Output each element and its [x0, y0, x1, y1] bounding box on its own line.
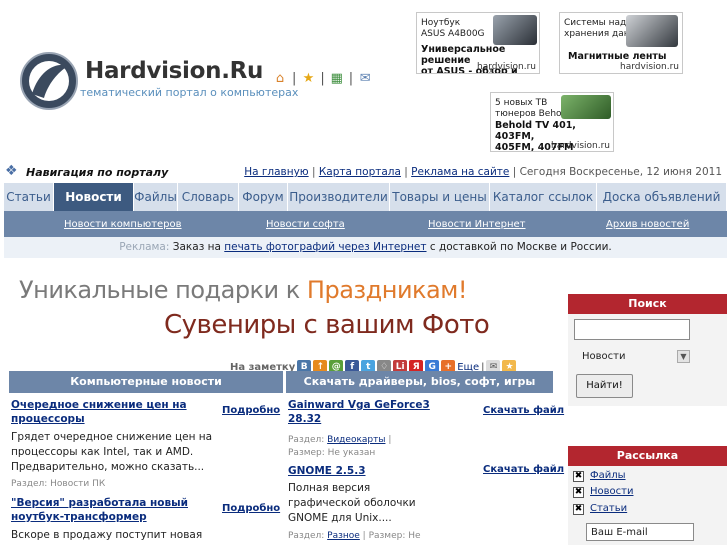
- news-more-link[interactable]: Подробно: [222, 405, 280, 416]
- download-item-link[interactable]: Gainward Vga GeForce3 28.32: [288, 399, 430, 425]
- divider: |: [320, 70, 325, 86]
- news-item-link[interactable]: Очередное снижение цен на процессоры: [11, 399, 187, 425]
- sub-nav: Новости компьютеров Новости софта Новост…: [4, 211, 727, 237]
- brand-name[interactable]: Hardvision.Ru: [85, 58, 263, 84]
- nav-title: Навигация по порталу: [26, 166, 169, 179]
- download-section-link[interactable]: Видеокарты: [327, 435, 385, 445]
- news-item-link[interactable]: "Версия" разработала новый ноутбук-трансф…: [11, 497, 188, 523]
- star-icon[interactable]: ★: [300, 70, 316, 86]
- promo-label: Реклама:: [119, 241, 170, 253]
- divider: |: [348, 70, 354, 86]
- ad-tape-storage[interactable]: Системы надежного хранения данных Магнитн…: [559, 12, 683, 74]
- home-icon[interactable]: ⌂: [272, 70, 288, 86]
- link-advertising[interactable]: Реклама на сайте: [411, 166, 509, 178]
- download-item-title: Gainward Vga GeForce3 28.32: [288, 398, 430, 426]
- mailing-files-checkbox[interactable]: ✖: [573, 471, 584, 482]
- download-item-link[interactable]: GNOME 2.5.3: [288, 465, 366, 477]
- ad-tv-tuners[interactable]: 5 новых ТВ тюнеров Beholder Behold TV 401…: [490, 92, 614, 152]
- ad-source: hardvision.ru: [477, 62, 536, 72]
- mailing-heading: Рассылка: [568, 446, 727, 466]
- news-item-desc: Грядет очередное снижение цен на процессо…: [11, 431, 213, 473]
- tape-image: [626, 15, 678, 47]
- tab-manufacturers[interactable]: Производители: [288, 183, 390, 211]
- promo-link[interactable]: печать фотографий через Интернет: [224, 241, 426, 253]
- tab-products-prices[interactable]: Товары и цены: [390, 183, 490, 211]
- tab-dictionary[interactable]: Словарь: [178, 183, 239, 211]
- download-section-link[interactable]: Разное: [327, 531, 360, 541]
- tab-news[interactable]: Новости: [54, 183, 134, 211]
- site-logo[interactable]: [18, 50, 80, 112]
- email-field[interactable]: Ваш E-mail: [586, 523, 694, 541]
- tab-articles[interactable]: Статьи: [4, 183, 54, 211]
- download-item-desc: Полная версия графической оболочки GNOME д…: [288, 482, 416, 524]
- download-file-link[interactable]: Скачать файл: [483, 405, 564, 416]
- banner-line-2: Сувениры с вашим Фото: [164, 310, 490, 340]
- compass-icon: ❖: [5, 163, 18, 179]
- subnav-computer-news[interactable]: Новости компьютеров: [64, 219, 182, 230]
- news-item-desc: Вскоре в продажу поступит новая: [11, 529, 203, 541]
- downloads-heading: Скачать драйверы, bios, софт, игры: [286, 371, 553, 393]
- subnav-internet-news[interactable]: Новости Интернет: [428, 219, 526, 230]
- tagline: тематический портал о компьютерах: [80, 86, 299, 99]
- tab-link-catalog[interactable]: Каталог ссылок: [490, 183, 597, 211]
- ad-headline: Магнитные ленты: [568, 51, 667, 62]
- ad-text: Ноутбук ASUS A4B00G: [421, 18, 485, 39]
- ad-source: hardvision.ru: [551, 141, 610, 151]
- promo-pre: Заказ на: [172, 241, 221, 253]
- divider: |: [292, 70, 297, 86]
- subnav-news-archive[interactable]: Архив новостей: [606, 219, 689, 230]
- news-item-title: "Версия" разработала новый ноутбук-трансф…: [11, 496, 188, 524]
- search-section-select[interactable]: Новости: [574, 348, 694, 367]
- current-date: Сегодня Воскресенье, 12 июня 2011: [519, 166, 722, 178]
- document-icon[interactable]: ▦: [329, 70, 345, 86]
- link-site-map[interactable]: Карта портала: [319, 166, 401, 178]
- tuner-image: [561, 95, 611, 119]
- ad-source: hardvision.ru: [620, 62, 679, 72]
- promo-post: с доставкой по Москве и России.: [429, 241, 612, 253]
- main-tabs: Статьи Новости Файлы Словарь Форум Произ…: [4, 183, 727, 211]
- mailing-files-link[interactable]: Файлы: [590, 470, 626, 481]
- notebook-image: [493, 15, 537, 45]
- subnav-software-news[interactable]: Новости софта: [266, 219, 345, 230]
- photo-souvenir-banner[interactable]: Уникальные подарки к Праздникам! Сувенир…: [9, 266, 553, 348]
- chevron-down-icon[interactable]: ▼: [677, 350, 690, 363]
- tab-forum[interactable]: Форум: [239, 183, 288, 211]
- mailing-articles-link[interactable]: Статьи: [590, 503, 627, 514]
- ad-notebook[interactable]: Ноутбук ASUS A4B00G Универсальное решение…: [416, 12, 540, 74]
- link-home[interactable]: На главную: [244, 166, 308, 178]
- select-value: Новости: [582, 351, 626, 362]
- download-item-meta: Раздел: Разное | Размер: Не: [288, 531, 421, 541]
- mailing-articles-checkbox[interactable]: ✖: [573, 504, 584, 515]
- promo-bar: Реклама: Заказ на печать фотографий чере…: [4, 237, 727, 258]
- search-heading: Поиск: [568, 294, 727, 314]
- tab-classifieds[interactable]: Доска объявлений: [597, 183, 727, 211]
- download-file-link[interactable]: Скачать файл: [483, 464, 564, 475]
- tab-files[interactable]: Файлы: [134, 183, 178, 211]
- download-item-meta: Раздел: Видеокарты | Размер: Не указан: [288, 435, 392, 458]
- download-item-title: GNOME 2.5.3: [288, 464, 366, 478]
- toolbar: ⌂ | ★ | ▦ | ✉: [272, 70, 373, 86]
- banner-line-1: Уникальные подарки к Праздникам!: [19, 276, 467, 304]
- news-item-meta: Раздел: Новости ПК: [11, 479, 106, 489]
- mail-icon[interactable]: ✉: [357, 70, 373, 86]
- search-button[interactable]: Найти!: [576, 374, 633, 398]
- search-input[interactable]: [574, 319, 690, 340]
- news-heading: Компьютерные новости: [9, 371, 283, 393]
- mailing-news-checkbox[interactable]: ✖: [573, 487, 584, 498]
- top-links: На главную | Карта портала | Реклама на …: [244, 166, 722, 178]
- news-more-link[interactable]: Подробно: [222, 503, 280, 514]
- mailing-news-link[interactable]: Новости: [590, 486, 633, 497]
- news-item-title: Очередное снижение цен на процессоры: [11, 398, 187, 426]
